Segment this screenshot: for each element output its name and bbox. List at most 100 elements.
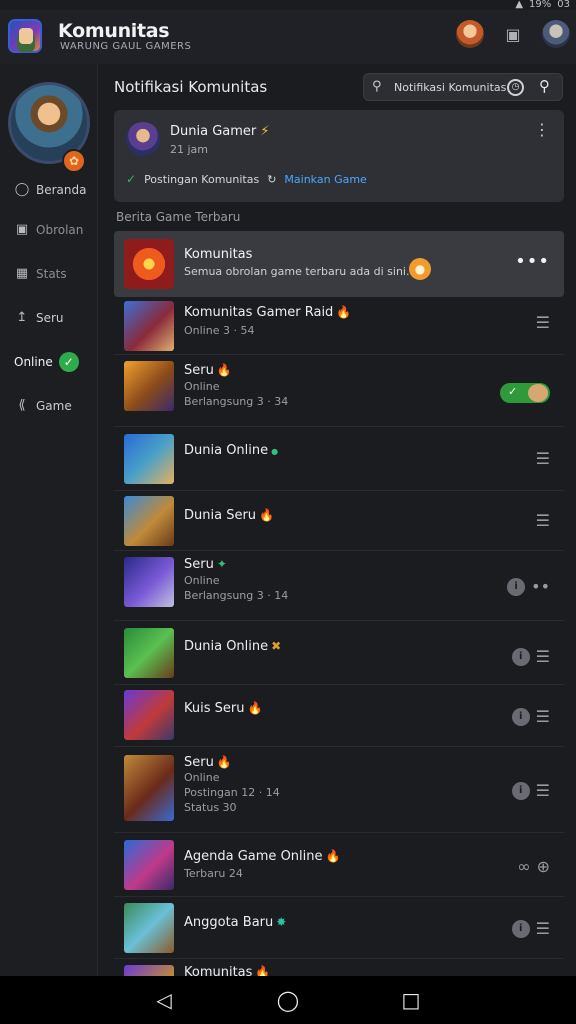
cross-icon: ✖: [271, 639, 282, 653]
post-footer: ✓ Postingan Komunitas ↻ Mainkan Game: [126, 172, 367, 186]
list-item-title: Seru ✦: [184, 557, 227, 572]
more-horiz-icon[interactable]: •••: [515, 251, 550, 272]
featured-item[interactable]: Komunitas Semua obrolan game terbaru ada…: [114, 231, 564, 297]
post-footer-text: Postingan Komunitas: [144, 172, 260, 186]
drag-handle-icon[interactable]: ☰: [536, 647, 550, 666]
info-icon[interactable]: i: [511, 707, 530, 726]
post-time: 21 jam: [170, 143, 209, 156]
profile-avatar-small[interactable]: [542, 20, 570, 48]
list-item-title: Komunitas Gamer Raid 🔥: [184, 305, 352, 320]
game-thumbnail: [124, 903, 174, 953]
game-thumbnail: [124, 628, 174, 678]
row-actions[interactable]: i ☰: [511, 707, 550, 726]
list-item[interactable]: Seru 🔥 Online Berlangsung 3 · 34: [114, 355, 564, 427]
more-vert-icon[interactable]: ⋮: [534, 120, 550, 139]
drag-handle-icon[interactable]: ☰: [536, 781, 550, 800]
post-card[interactable]: Dunia Gamer ⚡ 21 jam ⋮ ✓ Postingan Komun…: [114, 110, 564, 202]
game-thumbnail: [124, 690, 174, 740]
fire-icon: 🔥: [259, 508, 274, 522]
list-item[interactable]: Seru ✦ Online Berlangsung 3 · 14 i ••: [114, 551, 564, 621]
row-actions[interactable]: i ☰: [511, 919, 550, 938]
list-item-title: Komunitas 🔥: [184, 965, 270, 976]
post-author-avatar[interactable]: [126, 122, 160, 156]
sidebar-item-game[interactable]: ⟪ Game: [14, 398, 72, 413]
info-icon[interactable]: i: [511, 647, 530, 666]
list-item[interactable]: Dunia Seru 🔥 ☰: [114, 491, 564, 551]
history-icon[interactable]: ◷: [507, 79, 524, 96]
sidebar-item-stats[interactable]: ▦ Stats: [14, 266, 67, 281]
inbox-icon[interactable]: ▣: [502, 24, 524, 46]
list-item-title: Dunia Seru 🔥: [184, 508, 274, 523]
search-bar[interactable]: ⚲ Notifikasi Komunitas ◷ ⚲: [363, 73, 563, 101]
sidebar-item-fun[interactable]: ↥ Seru: [14, 310, 64, 325]
search-input[interactable]: Notifikasi Komunitas: [394, 81, 506, 94]
bar-icon: ▦: [15, 266, 29, 281]
section-label: Berita Game Terbaru: [116, 210, 241, 224]
drag-handle-icon[interactable]: ☰: [536, 449, 550, 468]
flame-badge-icon: ✿: [62, 149, 86, 173]
check-icon: ✓: [58, 352, 79, 372]
sidebar-item-online[interactable]: Online ✓: [14, 352, 79, 372]
list-item[interactable]: Anggota Baru ✸ i ☰: [114, 897, 564, 959]
info-icon[interactable]: i: [511, 919, 530, 938]
sidebar-item-label: Stats: [36, 266, 67, 281]
sidebar-item-label: Online: [14, 355, 53, 369]
add-icon[interactable]: ⊕: [537, 857, 550, 876]
controller-icon: ⟪: [18, 398, 26, 413]
clock-time: 03: [557, 0, 570, 10]
list-item-title: Anggota Baru ✸: [184, 915, 287, 930]
list-item[interactable]: Komunitas Gamer Raid 🔥 Online 3 · 54 ☰: [114, 297, 564, 355]
link-icon[interactable]: ∞: [517, 857, 530, 876]
link-icon: ↻: [267, 172, 277, 186]
drag-handle-icon[interactable]: ☰: [536, 919, 550, 938]
sidebar-item-label: Game: [36, 398, 72, 413]
list-item[interactable]: Kuis Seru 🔥 i ☰: [114, 685, 564, 747]
recents-icon[interactable]: □: [398, 987, 424, 1013]
sidebar-item-home[interactable]: ◯ Beranda: [14, 182, 87, 197]
info-icon[interactable]: i: [507, 577, 526, 596]
row-actions[interactable]: i ••: [507, 577, 550, 596]
list-item-title: Dunia Online ●: [184, 443, 279, 458]
post-title: Dunia Gamer ⚡: [170, 124, 270, 139]
square-icon: ▣: [15, 222, 29, 237]
sidebar-item-label: Seru: [36, 310, 64, 325]
sparkle-icon: ✦: [216, 557, 227, 571]
list-item[interactable]: Agenda Game Online 🔥 Terbaru 24 ∞ ⊕: [114, 833, 564, 897]
info-icon[interactable]: i: [511, 781, 530, 800]
list-item-title: Seru 🔥: [184, 363, 232, 378]
more-horiz-icon[interactable]: ••: [531, 577, 550, 596]
user-avatar[interactable]: [456, 20, 484, 48]
back-icon[interactable]: ◁: [151, 987, 177, 1013]
fire-icon: 🔥: [325, 849, 341, 863]
sidebar-item-label: Obrolan: [36, 222, 84, 237]
home-icon[interactable]: ◯: [275, 987, 301, 1013]
game-thumbnail: [124, 361, 174, 411]
drag-handle-icon[interactable]: ☰: [536, 511, 550, 530]
fire-icon: 🔥: [336, 305, 352, 319]
drag-handle-icon[interactable]: ☰: [536, 707, 550, 726]
list-item-subtitle: Status 30: [184, 801, 237, 814]
sidebar-item-chat[interactable]: ▣ Obrolan: [14, 222, 84, 237]
row-actions[interactable]: ∞ ⊕: [517, 857, 550, 876]
list-item[interactable]: Seru 🔥 Online Postingan 12 · 14 Status 30…: [114, 747, 564, 833]
upload-icon: ↥: [16, 310, 28, 325]
app-title: Komunitas: [58, 20, 170, 42]
list-item-subtitle: Postingan 12 · 14: [184, 786, 280, 799]
drag-handle-icon[interactable]: ☰: [536, 313, 550, 332]
list-item[interactable]: Komunitas 🔥: [114, 959, 564, 976]
search-icon[interactable]: ⚲: [539, 77, 550, 95]
fire-icon: ●: [409, 258, 431, 280]
fire-icon: 🔥: [216, 755, 232, 769]
row-actions[interactable]: i ☰: [511, 781, 550, 800]
online-dot-icon: ●: [271, 447, 279, 456]
notification-toggle[interactable]: [500, 383, 550, 403]
row-actions[interactable]: i ☰: [511, 647, 550, 666]
play-game-link[interactable]: Mainkan Game: [284, 173, 366, 186]
list-item-subtitle: Terbaru 24: [184, 867, 243, 880]
app-logo[interactable]: [8, 19, 42, 53]
game-thumbnail: [124, 434, 174, 484]
list-item[interactable]: Dunia Online ✖ i ☰: [114, 621, 564, 685]
sidebar: ✿ ◯ Beranda ▣ Obrolan ▦ Stats ↥ Seru Onl…: [0, 64, 98, 976]
list-item[interactable]: Dunia Online ● ☰: [114, 427, 564, 491]
game-thumbnail: [124, 755, 174, 821]
